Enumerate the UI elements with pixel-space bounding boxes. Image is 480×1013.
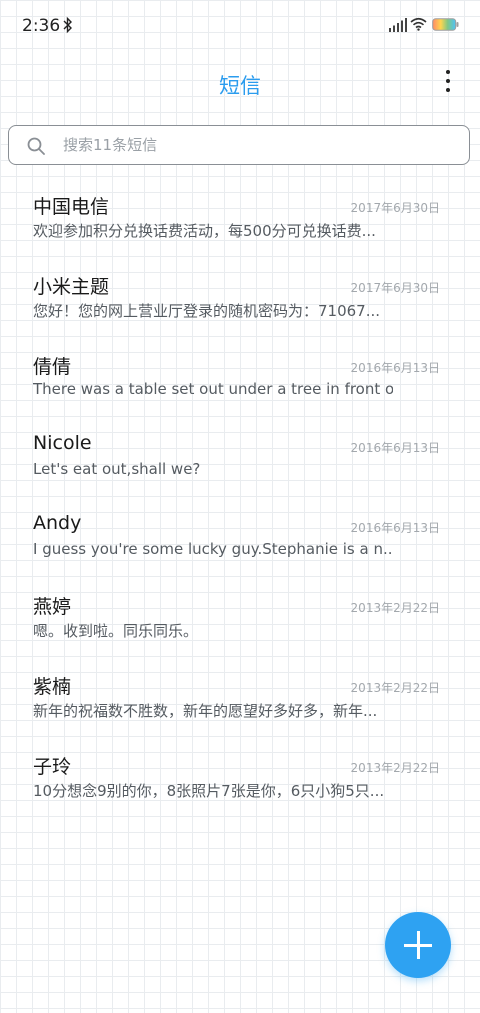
message-date: 2016年6月13日 — [350, 521, 440, 535]
wifi-icon — [410, 17, 427, 31]
message-date: 2017年6月30日 — [350, 201, 440, 215]
contact-name: 紫楠 — [33, 676, 72, 698]
message-preview: There was a table set out under a tree i… — [33, 380, 393, 398]
battery-icon — [432, 18, 459, 31]
new-message-button[interactable] — [385, 912, 451, 978]
contact-name: 倩倩 — [33, 356, 72, 378]
contact-name: Nicole — [33, 432, 92, 454]
message-preview: 您好！您的网上营业厅登录的随机密码为：71067... — [33, 302, 381, 320]
bluetooth-icon — [63, 16, 72, 34]
search-input[interactable] — [63, 126, 453, 164]
page-title: 短信 — [219, 74, 261, 98]
status-bar: 2:36 — [0, 0, 480, 52]
conversation-item[interactable]: 倩倩 2016年6月13日 There was a table set out … — [0, 340, 480, 420]
message-preview: I guess you're some lucky guy.Stephanie … — [33, 540, 393, 558]
contact-name: 小米主题 — [33, 276, 110, 298]
conversation-item[interactable]: 子玲 2013年2月22日 10分想念9别的你，8张照片7张是你，6只小狗5只.… — [0, 740, 480, 820]
message-preview: Let's eat out,shall we? — [33, 460, 201, 478]
conversation-item[interactable]: 燕婷 2013年2月22日 嗯。收到啦。同乐同乐。 — [0, 580, 480, 660]
contact-name: 燕婷 — [33, 596, 72, 618]
message-date: 2016年6月13日 — [350, 441, 440, 455]
conversation-item[interactable]: Andy 2016年6月13日 I guess you're some luck… — [0, 500, 480, 580]
message-date: 2016年6月13日 — [350, 361, 440, 375]
conversation-list: 中国电信 2017年6月30日 欢迎参加积分兑换话费活动，每500分可兑换话费.… — [0, 180, 480, 820]
conversation-item[interactable]: 中国电信 2017年6月30日 欢迎参加积分兑换话费活动，每500分可兑换话费.… — [0, 180, 480, 260]
message-preview: 嗯。收到啦。同乐同乐。 — [33, 622, 199, 640]
status-time: 2:36 — [22, 16, 61, 36]
message-preview: 新年的祝福数不胜数，新年的愿望好多好多，新年... — [33, 702, 378, 720]
search-icon — [27, 137, 45, 155]
contact-name: Andy — [33, 512, 82, 534]
signal-icon — [389, 18, 407, 32]
conversation-item[interactable]: Nicole 2016年6月13日 Let's eat out,shall we… — [0, 420, 480, 500]
message-date: 2013年2月22日 — [350, 681, 440, 695]
search-box[interactable] — [8, 125, 470, 165]
message-date: 2013年2月22日 — [350, 601, 440, 615]
conversation-item[interactable]: 小米主题 2017年6月30日 您好！您的网上营业厅登录的随机密码为：71067… — [0, 260, 480, 340]
conversation-item[interactable]: 紫楠 2013年2月22日 新年的祝福数不胜数，新年的愿望好多好多，新年... — [0, 660, 480, 740]
more-menu-button[interactable] — [444, 70, 452, 98]
message-date: 2017年6月30日 — [350, 281, 440, 295]
contact-name: 子玲 — [33, 756, 72, 778]
message-preview: 10分想念9别的你，8张照片7张是你，6只小狗5只... — [33, 782, 385, 800]
contact-name: 中国电信 — [33, 196, 110, 218]
app-header: 短信 — [0, 52, 480, 116]
message-preview: 欢迎参加积分兑换话费活动，每500分可兑换话费... — [33, 222, 376, 240]
more-vert-icon — [446, 70, 450, 74]
message-date: 2013年2月22日 — [350, 761, 440, 775]
